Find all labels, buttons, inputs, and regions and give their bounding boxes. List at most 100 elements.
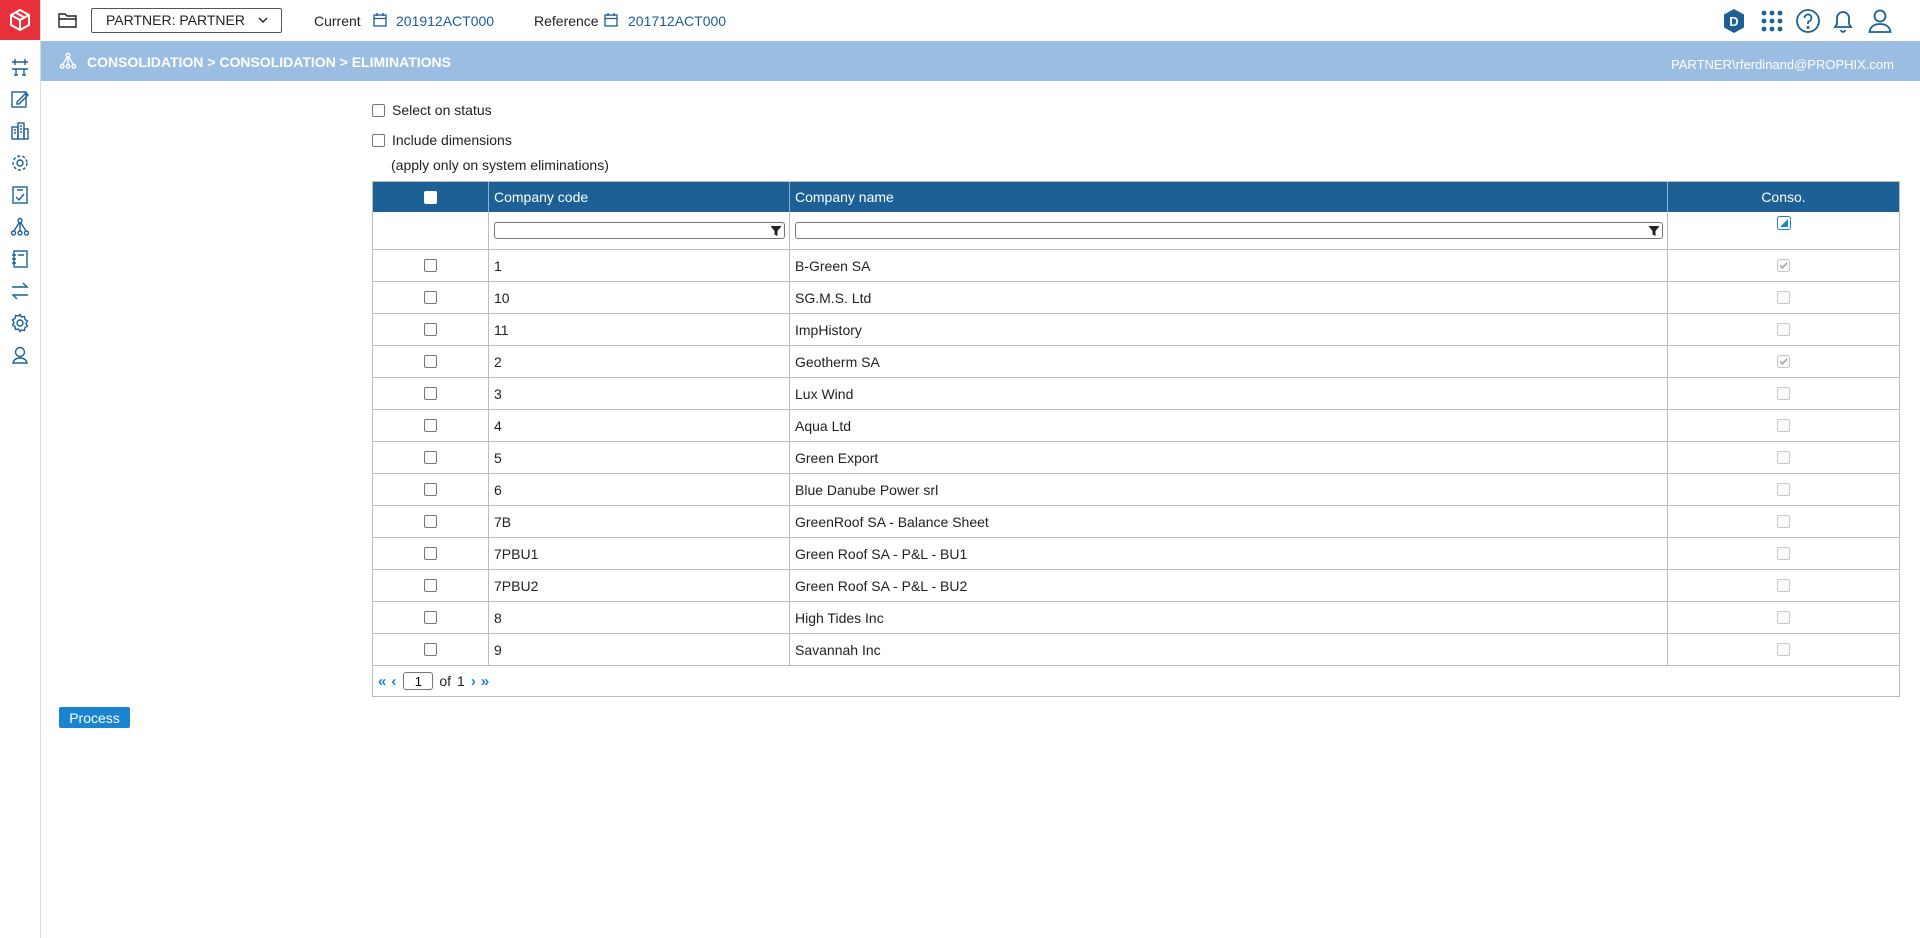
conso-filter-toggle-icon[interactable] [1776, 216, 1791, 230]
company-name-cell: Lux Wind [790, 378, 1668, 409]
notifications-bell-icon[interactable] [1830, 8, 1856, 34]
company-code-filter-input[interactable] [494, 222, 785, 239]
companies-icon[interactable] [8, 119, 32, 143]
prophix-logo[interactable] [0, 0, 40, 40]
filter-cell-name [790, 212, 1668, 249]
journal-icon[interactable] [8, 247, 32, 271]
conso-checkbox [1777, 323, 1790, 336]
company-code-cell: 5 [489, 442, 790, 473]
column-header-company-name[interactable]: Company name [790, 182, 1668, 212]
column-header-company-code[interactable]: Company code [489, 182, 790, 212]
company-code-cell: 2 [489, 346, 790, 377]
page-number-input[interactable] [403, 672, 434, 690]
calendar-icon[interactable] [373, 12, 387, 27]
row-select-checkbox[interactable] [424, 323, 437, 336]
user-profile-icon[interactable] [1867, 8, 1893, 34]
table-row[interactable]: 8 High Tides Inc [373, 602, 1899, 634]
select-on-status-label: Select on status [392, 102, 492, 118]
conso-checkbox [1777, 387, 1790, 400]
companies-table: Company code Company name Conso. 1 B-Gree… [372, 181, 1900, 697]
row-select-cell [373, 634, 489, 665]
partner-select[interactable]: PARTNER: PARTNER [91, 8, 282, 33]
row-select-checkbox[interactable] [424, 483, 437, 496]
prev-page-icon[interactable]: ‹ [391, 673, 396, 690]
first-page-icon[interactable]: « [378, 673, 386, 690]
filter-funnel-icon[interactable] [1648, 225, 1660, 237]
row-select-checkbox[interactable] [424, 419, 437, 432]
company-name-cell: Green Roof SA - P&L - BU2 [790, 570, 1668, 601]
reference-period-link[interactable]: 201712ACT000 [628, 13, 726, 29]
last-page-icon[interactable]: » [481, 673, 489, 690]
settings-gear-icon[interactable] [8, 151, 32, 175]
conso-checkbox [1777, 515, 1790, 528]
calendar-icon[interactable] [604, 12, 618, 27]
filter-cell-code [489, 212, 790, 249]
company-code-cell: 7PBU2 [489, 570, 790, 601]
row-select-checkbox[interactable] [424, 451, 437, 464]
table-row[interactable]: 3 Lux Wind [373, 378, 1899, 410]
admin-gear-icon[interactable] [8, 311, 32, 335]
select-on-status-checkbox[interactable] [372, 103, 385, 117]
select-all-checkbox[interactable] [424, 190, 437, 204]
conso-cell [1668, 282, 1899, 313]
table-row[interactable]: 7PBU2 Green Roof SA - P&L - BU2 [373, 570, 1899, 602]
app-grid-icon[interactable] [1759, 8, 1785, 34]
pager: « ‹ of 1 › » [373, 666, 1899, 696]
conso-checkbox [1777, 451, 1790, 464]
row-select-checkbox[interactable] [424, 291, 437, 304]
table-row[interactable]: 7B GreenRoof SA - Balance Sheet [373, 506, 1899, 538]
row-select-checkbox[interactable] [424, 547, 437, 560]
row-select-checkbox[interactable] [424, 643, 437, 656]
table-row[interactable]: 9 Savannah Inc [373, 634, 1899, 666]
company-name-cell: GreenRoof SA - Balance Sheet [790, 506, 1668, 537]
user-settings-icon[interactable] [8, 343, 32, 367]
next-page-icon[interactable]: › [471, 673, 476, 690]
row-select-cell [373, 410, 489, 441]
table-row[interactable]: 7PBU1 Green Roof SA - P&L - BU1 [373, 538, 1899, 570]
table-row[interactable]: 4 Aqua Ltd [373, 410, 1899, 442]
current-period-link[interactable]: 201912ACT000 [396, 13, 494, 29]
row-select-checkbox[interactable] [424, 387, 437, 400]
structure-icon[interactable] [8, 55, 32, 79]
table-row[interactable]: 10 SG.M.S. Ltd [373, 282, 1899, 314]
company-name-cell: Green Roof SA - P&L - BU1 [790, 538, 1668, 569]
process-button[interactable]: Process [59, 707, 130, 728]
conso-cell [1668, 442, 1899, 473]
reports-icon[interactable] [8, 183, 32, 207]
d-badge-icon[interactable]: D [1721, 8, 1747, 34]
transfer-icon[interactable] [8, 279, 32, 303]
current-user: PARTNER\rferdinand@PROPHIX.com [1671, 57, 1894, 72]
table-row[interactable]: 6 Blue Danube Power srl [373, 474, 1899, 506]
conso-cell [1668, 250, 1899, 281]
conso-checkbox [1777, 419, 1790, 432]
top-bar: PARTNER: PARTNER Current 201912ACT000 Re… [41, 0, 1920, 41]
row-select-cell [373, 346, 489, 377]
help-icon[interactable] [1795, 8, 1821, 34]
conso-cell [1668, 506, 1899, 537]
column-header-conso[interactable]: Conso. [1668, 182, 1899, 212]
conso-checkbox [1777, 547, 1790, 560]
table-row[interactable]: 2 Geotherm SA [373, 346, 1899, 378]
pager-of-label: of [439, 673, 452, 689]
conso-cell [1668, 378, 1899, 409]
table-row[interactable]: 1 B-Green SA [373, 250, 1899, 282]
row-select-checkbox[interactable] [424, 611, 437, 624]
row-select-checkbox[interactable] [424, 579, 437, 592]
conso-checked-icon [1777, 355, 1790, 368]
consolidation-icon[interactable] [8, 215, 32, 239]
table-header: Company code Company name Conso. [373, 182, 1899, 212]
company-name-filter-input[interactable] [795, 222, 1663, 239]
conso-cell [1668, 410, 1899, 441]
app-root: PARTNER: PARTNER Current 201912ACT000 Re… [0, 0, 1920, 938]
folder-icon[interactable] [58, 11, 78, 29]
table-row[interactable]: 5 Green Export [373, 442, 1899, 474]
filter-funnel-icon[interactable] [770, 225, 782, 237]
table-row[interactable]: 11 ImpHistory [373, 314, 1899, 346]
include-dimensions-checkbox[interactable] [372, 133, 385, 147]
row-select-checkbox[interactable] [424, 259, 437, 272]
include-dimensions-option: Include dimensions [372, 132, 512, 148]
data-entry-icon[interactable] [8, 87, 32, 111]
company-name-cell: B-Green SA [790, 250, 1668, 281]
row-select-checkbox[interactable] [424, 515, 437, 528]
row-select-checkbox[interactable] [424, 355, 437, 368]
